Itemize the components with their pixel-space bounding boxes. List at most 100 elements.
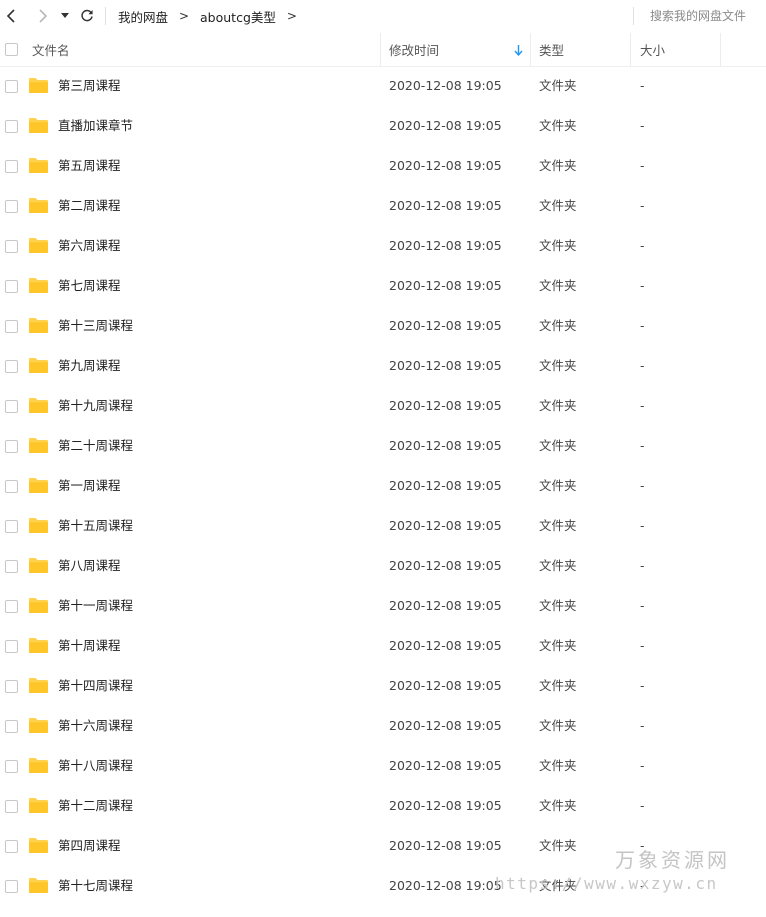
row-checkbox[interactable] — [5, 480, 18, 493]
table-row[interactable]: 直播加课章节 2020-12-08 19:05 文件夹 - — [0, 106, 766, 146]
file-name[interactable]: 第十五周课程 — [58, 506, 133, 546]
row-checkbox[interactable] — [5, 600, 18, 613]
file-size: - — [640, 238, 645, 253]
row-checkbox[interactable] — [5, 800, 18, 813]
file-name[interactable]: 第十八周课程 — [58, 746, 133, 786]
table-row[interactable]: 第一周课程 2020-12-08 19:05 文件夹 - — [0, 466, 766, 506]
file-name[interactable]: 第十三周课程 — [58, 306, 133, 346]
file-type: 文件夹 — [539, 318, 577, 333]
row-checkbox[interactable] — [5, 400, 18, 413]
file-name[interactable]: 第十九周课程 — [58, 386, 133, 426]
column-header-type[interactable]: 类型 — [539, 33, 629, 66]
folder-icon — [29, 158, 48, 173]
row-checkbox[interactable] — [5, 560, 18, 573]
file-name[interactable]: 第一周课程 — [58, 466, 121, 506]
table-row[interactable]: 第四周课程 2020-12-08 19:05 文件夹 - — [0, 826, 766, 866]
table-row[interactable]: 第五周课程 2020-12-08 19:05 文件夹 - — [0, 146, 766, 186]
column-header-mtime-label: 修改时间 — [389, 43, 440, 58]
breadcrumb: 我的网盘 > aboutcg美型 > — [118, 0, 308, 32]
table-row[interactable]: 第十三周课程 2020-12-08 19:05 文件夹 - — [0, 306, 766, 346]
table-row[interactable]: 第十一周课程 2020-12-08 19:05 文件夹 - — [0, 586, 766, 626]
breadcrumb-item-current-folder[interactable]: aboutcg美型 — [200, 7, 276, 26]
history-dropdown-button[interactable] — [55, 5, 75, 27]
modified-time: 2020-12-08 19:05 — [389, 518, 502, 533]
search-input[interactable] — [650, 8, 760, 24]
folder-icon — [29, 478, 48, 493]
table-row[interactable]: 第十七周课程 2020-12-08 19:05 文件夹 - — [0, 866, 766, 906]
table-row[interactable]: 第六周课程 2020-12-08 19:05 文件夹 - — [0, 226, 766, 266]
column-divider[interactable] — [530, 33, 531, 66]
column-divider[interactable] — [380, 33, 381, 66]
row-checkbox[interactable] — [5, 120, 18, 133]
table-row[interactable]: 第十四周课程 2020-12-08 19:05 文件夹 - — [0, 666, 766, 706]
file-size: - — [640, 278, 645, 293]
row-checkbox[interactable] — [5, 520, 18, 533]
table-row[interactable]: 第三周课程 2020-12-08 19:05 文件夹 - — [0, 66, 766, 106]
sort-down-arrow-icon[interactable] — [514, 45, 523, 56]
table-row[interactable]: 第十二周课程 2020-12-08 19:05 文件夹 - — [0, 786, 766, 826]
row-checkbox[interactable] — [5, 320, 18, 333]
file-name[interactable]: 第三周课程 — [58, 66, 121, 106]
file-name[interactable]: 第十一周课程 — [58, 586, 133, 626]
file-name[interactable]: 第四周课程 — [58, 826, 121, 866]
table-row[interactable]: 第二十周课程 2020-12-08 19:05 文件夹 - — [0, 426, 766, 466]
file-name[interactable]: 第十四周课程 — [58, 666, 133, 706]
row-checkbox[interactable] — [5, 440, 18, 453]
file-name[interactable]: 第九周课程 — [58, 346, 121, 386]
table-row[interactable]: 第七周课程 2020-12-08 19:05 文件夹 - — [0, 266, 766, 306]
modified-time: 2020-12-08 19:05 — [389, 198, 502, 213]
breadcrumb-item-root[interactable]: 我的网盘 — [118, 7, 168, 26]
row-checkbox[interactable] — [5, 840, 18, 853]
column-header-name[interactable]: 文件名 — [32, 33, 380, 66]
file-name[interactable]: 第二周课程 — [58, 186, 121, 226]
row-checkbox[interactable] — [5, 760, 18, 773]
table-row[interactable]: 第十六周课程 2020-12-08 19:05 文件夹 - — [0, 706, 766, 746]
row-checkbox[interactable] — [5, 360, 18, 373]
row-checkbox[interactable] — [5, 160, 18, 173]
column-header-type-label: 类型 — [539, 43, 565, 58]
column-header-size-label: 大小 — [640, 43, 666, 58]
file-name[interactable]: 直播加课章节 — [58, 106, 133, 146]
column-header-size[interactable]: 大小 — [640, 33, 720, 66]
table-row[interactable]: 第二周课程 2020-12-08 19:05 文件夹 - — [0, 186, 766, 226]
row-checkbox[interactable] — [5, 80, 18, 93]
file-name[interactable]: 第十二周课程 — [58, 786, 133, 826]
row-checkbox[interactable] — [5, 240, 18, 253]
file-name[interactable]: 第十周课程 — [58, 626, 121, 666]
file-name[interactable]: 第二十周课程 — [58, 426, 133, 466]
row-checkbox[interactable] — [5, 720, 18, 733]
back-button[interactable] — [1, 5, 23, 27]
select-all-checkbox[interactable] — [5, 43, 18, 56]
table-row[interactable]: 第十九周课程 2020-12-08 19:05 文件夹 - — [0, 386, 766, 426]
row-checkbox[interactable] — [5, 280, 18, 293]
column-header-mtime[interactable]: 修改时间 — [389, 33, 530, 66]
forward-button[interactable] — [31, 5, 53, 27]
modified-time: 2020-12-08 19:05 — [389, 478, 502, 493]
modified-time: 2020-12-08 19:05 — [389, 758, 502, 773]
modified-time: 2020-12-08 19:05 — [389, 118, 502, 133]
file-name[interactable]: 第五周课程 — [58, 146, 121, 186]
file-size: - — [640, 758, 645, 773]
row-checkbox[interactable] — [5, 880, 18, 893]
file-size: - — [640, 718, 645, 733]
chevron-left-icon — [6, 9, 15, 23]
file-type: 文件夹 — [539, 278, 577, 293]
file-name[interactable]: 第十六周课程 — [58, 706, 133, 746]
row-checkbox[interactable] — [5, 680, 18, 693]
modified-time: 2020-12-08 19:05 — [389, 438, 502, 453]
row-checkbox[interactable] — [5, 200, 18, 213]
row-checkbox[interactable] — [5, 640, 18, 653]
file-name[interactable]: 第七周课程 — [58, 266, 121, 306]
file-name[interactable]: 第八周课程 — [58, 546, 121, 586]
column-divider[interactable] — [630, 33, 631, 66]
table-row[interactable]: 第十周课程 2020-12-08 19:05 文件夹 - — [0, 626, 766, 666]
table-row[interactable]: 第八周课程 2020-12-08 19:05 文件夹 - — [0, 546, 766, 586]
file-name[interactable]: 第十七周课程 — [58, 866, 133, 906]
table-row[interactable]: 第十八周课程 2020-12-08 19:05 文件夹 - — [0, 746, 766, 786]
table-row[interactable]: 第九周课程 2020-12-08 19:05 文件夹 - — [0, 346, 766, 386]
column-divider[interactable] — [720, 33, 721, 66]
file-name[interactable]: 第六周课程 — [58, 226, 121, 266]
refresh-button[interactable] — [76, 5, 98, 27]
breadcrumb-separator[interactable]: > — [276, 9, 308, 23]
table-row[interactable]: 第十五周课程 2020-12-08 19:05 文件夹 - — [0, 506, 766, 546]
